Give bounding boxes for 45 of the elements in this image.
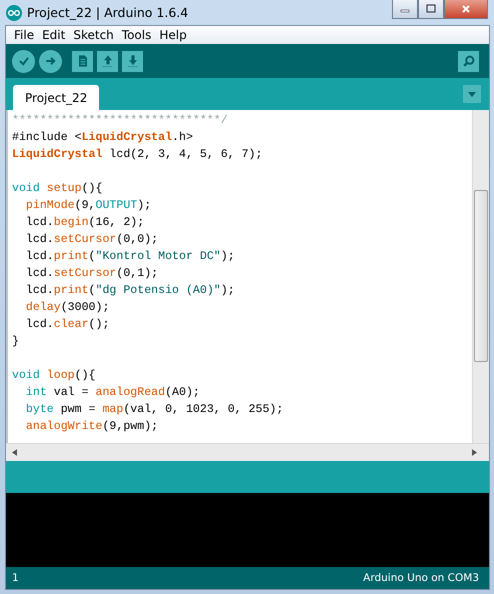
serial-monitor-button[interactable] bbox=[458, 50, 479, 72]
open-button[interactable] bbox=[97, 50, 118, 72]
code-line: void loop(){ bbox=[12, 368, 96, 384]
code-line: #include <LiquidCrystal.h> bbox=[12, 130, 193, 146]
code-line: pinMode(9,OUTPUT); bbox=[24, 198, 152, 214]
right-arrow-icon bbox=[472, 449, 477, 456]
upload-button[interactable] bbox=[39, 50, 62, 72]
menu-item[interactable]: Edit bbox=[38, 28, 70, 42]
code-line: delay(3000); bbox=[24, 300, 110, 316]
line-number: 1 bbox=[12, 572, 19, 584]
code-line: analogWrite(9,pwm); bbox=[24, 419, 158, 435]
magnifier-icon bbox=[460, 53, 476, 69]
code-line: } bbox=[12, 334, 19, 350]
code-line: ******************************/ bbox=[12, 113, 228, 129]
new-button[interactable] bbox=[72, 50, 93, 72]
window-title: Project_22 | Arduino 1.6.4 bbox=[27, 5, 188, 20]
down-triangle-icon bbox=[467, 89, 477, 99]
code-line: lcd.setCursor(0,1); bbox=[24, 266, 158, 282]
app-logo-icon bbox=[6, 4, 22, 20]
code-line: lcd.print("dg Potensio (A0)"); bbox=[24, 283, 235, 299]
code-line: byte pwm = map(val, 0, 1023, 0, 255); bbox=[24, 402, 284, 418]
horizontal-scrollbar[interactable] bbox=[6, 443, 489, 461]
save-button[interactable] bbox=[122, 50, 143, 72]
board-port-label: Arduino Uno on COM3 bbox=[363, 572, 479, 584]
menu-item[interactable]: Help bbox=[155, 28, 191, 42]
menu-item[interactable]: Tools bbox=[118, 28, 156, 42]
code-line: lcd.setCursor(0,0); bbox=[24, 232, 158, 248]
code-line: lcd.print("Kontrol Motor DC"); bbox=[24, 249, 235, 265]
code-line: LiquidCrystal lcd(2, 3, 4, 5, 6, 7); bbox=[12, 147, 262, 163]
minimize-button[interactable] bbox=[392, 0, 418, 19]
code-line: void setup(){ bbox=[12, 181, 102, 197]
code-line: lcd.clear(); bbox=[24, 317, 110, 333]
menu-item[interactable]: Sketch bbox=[69, 28, 118, 42]
maximize-icon bbox=[426, 4, 436, 14]
close-icon bbox=[461, 4, 471, 14]
code-line: int val = analogRead(A0); bbox=[24, 385, 200, 401]
vertical-scrollbar[interactable] bbox=[472, 110, 489, 443]
sketch-tab[interactable]: Project_22 bbox=[13, 85, 100, 110]
tab-menu-button[interactable] bbox=[463, 85, 481, 103]
menu-item[interactable]: File bbox=[10, 28, 38, 42]
verify-button[interactable] bbox=[12, 50, 35, 72]
close-button[interactable] bbox=[444, 0, 488, 19]
left-arrow-icon bbox=[12, 449, 17, 456]
code-line: lcd.begin(16, 2); bbox=[24, 215, 144, 231]
maximize-button[interactable] bbox=[418, 0, 444, 19]
